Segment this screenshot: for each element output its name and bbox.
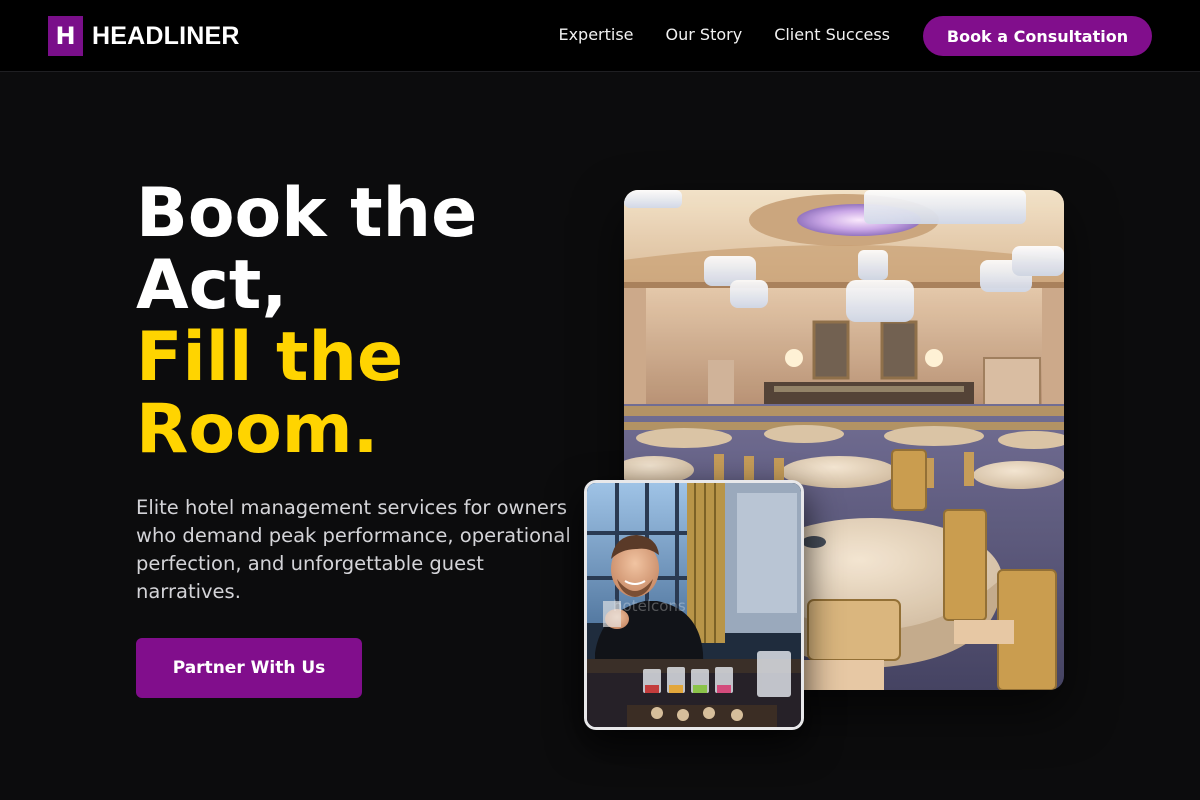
logo-mark: H [48, 16, 83, 56]
bartender-image: hotelcons [584, 480, 804, 730]
hero-title-line-4: Room. [136, 390, 379, 469]
hero-title-line-1: Book the [136, 174, 478, 253]
hero-title-line-3: Fill the [136, 318, 404, 397]
nav-link-expertise[interactable]: Expertise [558, 24, 633, 46]
bartender-watermark: hotelcons [613, 597, 686, 615]
logo-link[interactable]: H HEADLINER [48, 16, 240, 56]
nav-link-client-success[interactable]: Client Success [774, 24, 890, 46]
book-consultation-button[interactable]: Book a Consultation [923, 16, 1152, 56]
main-nav: Expertise Our Story Client Success [558, 24, 890, 46]
hero-title-line-2: Act, [136, 246, 288, 325]
hero-description: Elite hotel management services for owne… [136, 496, 571, 603]
site-header: H HEADLINER Expertise Our Story Client S… [0, 0, 1200, 72]
partner-with-us-button[interactable]: Partner With Us [136, 638, 362, 698]
hero-title: Book the Act, Fill the Room. [136, 178, 596, 466]
logo-text: HEADLINER [92, 21, 240, 50]
nav-link-our-story[interactable]: Our Story [666, 24, 743, 46]
